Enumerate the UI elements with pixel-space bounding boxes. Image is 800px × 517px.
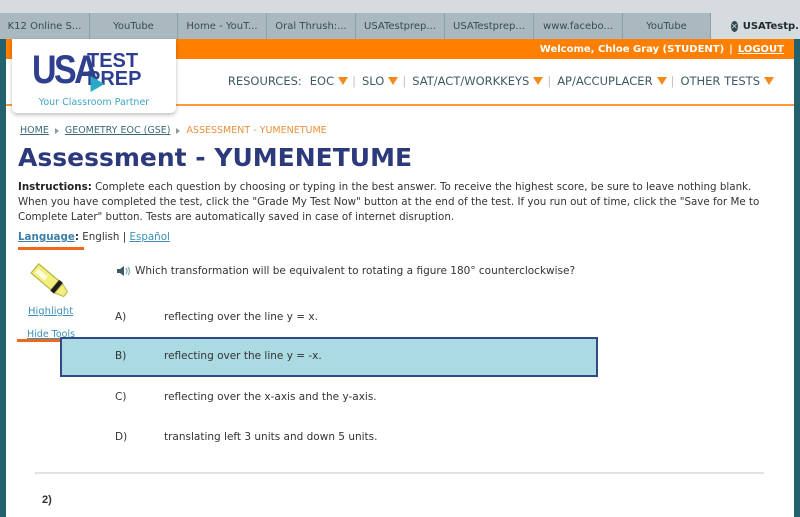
- browser-tab-bar: K12 Online S... YouTube Home - YouT... O…: [0, 13, 800, 39]
- answer-choice-a[interactable]: A) reflecting over the line y = x.: [60, 298, 598, 338]
- language-espanol-link[interactable]: Español: [129, 231, 169, 243]
- nav-item-label: AP/ACCUPLACER: [557, 74, 653, 88]
- nav-item-label: SLO: [362, 74, 385, 88]
- instructions-label: Instructions:: [18, 181, 92, 193]
- breadcrumb-arrow-icon: [176, 127, 181, 134]
- logout-link[interactable]: LOGOUT: [738, 44, 784, 55]
- choice-text: translating left 3 units and down 5 unit…: [164, 431, 378, 443]
- instructions-text: Complete each question by choosing or ty…: [18, 181, 760, 223]
- separator: |: [729, 43, 733, 55]
- page-title: Assessment - YUMENETUME: [18, 143, 413, 172]
- choice-text: reflecting over the line y = x.: [164, 311, 318, 323]
- browser-tab[interactable]: USATestprep...: [445, 13, 534, 39]
- language-label[interactable]: Language: [18, 231, 75, 243]
- browser-tab[interactable]: www.facebo...: [534, 13, 623, 39]
- choice-letter: C): [115, 391, 127, 403]
- breadcrumb-course[interactable]: GEOMETRY EOC (GSE): [65, 125, 171, 136]
- resources-label: RESOURCES:: [227, 74, 302, 88]
- choice-text: reflecting over the line y = -x.: [164, 350, 322, 362]
- answer-choice-d[interactable]: D) translating left 3 units and down 5 u…: [60, 418, 598, 458]
- dropdown-arrow-icon: [533, 77, 544, 85]
- logo[interactable]: USA TEST PREP Your Classroom Partner: [12, 39, 176, 113]
- choice-letter: B): [115, 350, 127, 362]
- tab-label: USATestp...: [742, 20, 800, 32]
- breadcrumb-home[interactable]: HOME: [20, 125, 49, 136]
- browser-tab[interactable]: K12 Online S...: [0, 13, 90, 39]
- tab-label: USATestprep...: [453, 20, 525, 32]
- tab-label: YouTube: [646, 20, 687, 32]
- nav-item-label: OTHER TESTS: [680, 74, 760, 88]
- instructions: Instructions: Complete each question by …: [18, 180, 770, 225]
- speaker-icon[interactable]: [117, 266, 131, 276]
- nav-divider: |: [670, 74, 675, 88]
- resources-nav: RESOURCES: EOC | SLO | SAT/ACT/WORKKEYS …: [228, 74, 774, 88]
- breadcrumb-arrow-icon: [54, 127, 59, 134]
- browser-tab[interactable]: Oral Thrush:...: [267, 13, 356, 39]
- browser-tab[interactable]: YouTube: [90, 13, 178, 39]
- nav-item-slo[interactable]: SLO: [362, 74, 399, 88]
- nav-divider: |: [402, 74, 407, 88]
- language-selector: Language: English | Español: [18, 231, 170, 243]
- choice-letter: D): [115, 431, 128, 443]
- nav-item-label: SAT/ACT/WORKKEYS: [412, 74, 530, 88]
- page-content: Welcome, Chloe Gray (STUDENT) | LOGOUT U…: [6, 39, 794, 517]
- nav-item-other-tests[interactable]: OTHER TESTS: [680, 74, 774, 88]
- answer-choice-c[interactable]: C) reflecting over the x-axis and the y-…: [60, 378, 598, 418]
- page-frame-right: [794, 39, 800, 517]
- tab-label: YouTube: [113, 20, 154, 32]
- welcome-text: Welcome, Chloe Gray (STUDENT): [539, 43, 725, 55]
- answer-choice-b-selected[interactable]: B) reflecting over the line y = -x.: [60, 337, 598, 377]
- choice-text: reflecting over the x-axis and the y-axi…: [164, 391, 377, 403]
- nav-item-ap-accuplacer[interactable]: AP/ACCUPLACER: [557, 74, 667, 88]
- choice-letter: A): [115, 311, 127, 323]
- language-underline: [18, 247, 84, 250]
- nav-divider: |: [547, 74, 552, 88]
- browser-tab[interactable]: USATestprep...: [356, 13, 445, 39]
- question-divider: [35, 472, 764, 474]
- nav-item-sat-act-workkeys[interactable]: SAT/ACT/WORKKEYS: [412, 74, 544, 88]
- dropdown-arrow-icon: [656, 77, 667, 85]
- breadcrumb-current: ASSESSMENT - YUMENETUME: [186, 125, 327, 136]
- browser-toolbar: [0, 0, 800, 13]
- browser-tab[interactable]: Home - YouT...: [178, 13, 267, 39]
- tab-label: Home - YouT...: [186, 20, 258, 32]
- nav-divider: |: [352, 74, 356, 88]
- tab-label: USATestprep...: [364, 20, 436, 32]
- tab-label: K12 Online S...: [7, 20, 82, 32]
- logo-tagline: Your Classroom Partner: [38, 97, 150, 108]
- tab-label: Oral Thrush:...: [275, 20, 347, 32]
- question-text: Which transformation will be equivalent …: [135, 265, 576, 277]
- browser-tab[interactable]: YouTube: [623, 13, 711, 39]
- breadcrumb: HOME GEOMETRY EOC (GSE) ASSESSMENT - YUM…: [20, 125, 327, 136]
- language-current: English |: [78, 231, 130, 243]
- tab-label: www.facebo...: [543, 20, 613, 32]
- close-tab-icon[interactable]: ✕: [731, 20, 738, 32]
- dropdown-arrow-icon: [764, 77, 774, 85]
- question-2-number: 2): [42, 494, 52, 506]
- nav-item-label: EOC: [309, 74, 335, 88]
- question-1: Which transformation will be equivalent …: [117, 265, 575, 277]
- dropdown-arrow-icon: [388, 77, 399, 85]
- site-header: USA TEST PREP Your Classroom Partner RES…: [6, 39, 794, 113]
- dropdown-arrow-icon: [338, 77, 349, 85]
- nav-item-eoc[interactable]: EOC: [309, 74, 349, 88]
- browser-tab-active[interactable]: ✕ USATestp...: [711, 13, 800, 39]
